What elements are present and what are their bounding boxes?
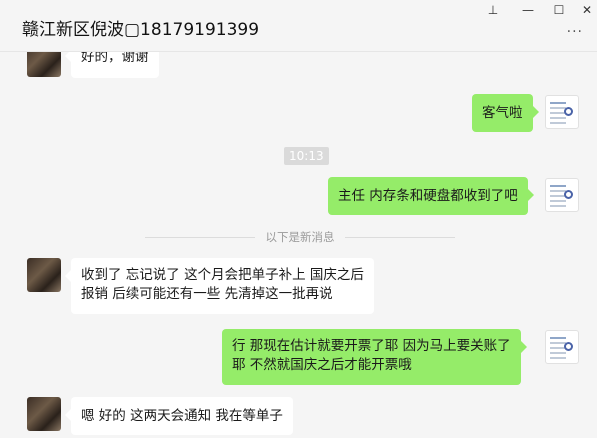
message-bubble: 嗯 好的 这两天会通知 我在等单子 [65,397,293,435]
avatar[interactable] [27,52,61,77]
message-text-line: 行 那现在估计就要开票了耶 因为马上要关账了 [232,338,511,354]
avatar[interactable] [27,397,61,431]
message-bubble: 收到了 忘记说了 这个月会把单子补上 国庆之后 报销 后续可能还有一些 先清掉这… [65,258,374,314]
message-text: 嗯 好的 这两天会通知 我在等单子 [81,408,283,424]
message-text: 好的，谢谢 [81,52,149,65]
message-bubble: 主任 内存条和硬盘都收到了吧 [328,177,534,215]
more-icon[interactable]: ··· [567,24,583,40]
new-messages-divider: 以下是新消息 [145,230,455,244]
maximize-icon[interactable]: ☐ [549,2,569,18]
message-bubble: 好的，谢谢 [65,52,159,78]
avatar[interactable] [27,258,61,292]
message-text-line: 收到了 忘记说了 这个月会把单子补上 国庆之后 [81,267,364,283]
avatar[interactable] [545,95,579,129]
message-text-line: 耶 不然就国庆之后才能开票哦 [232,357,412,373]
message-bubble: 客气啦 [472,94,538,132]
avatar[interactable] [545,330,579,364]
message-text: 主任 内存条和硬盘都收到了吧 [338,188,518,204]
avatar[interactable] [545,178,579,212]
chat-area: 好的，谢谢 客气啦 10:13 主任 内存条和硬盘都收到了吧 以下是新消息 收到… [0,52,597,438]
chat-title: 赣江新区倪波▢18179191399 [22,20,260,40]
title-bar: 赣江新区倪波▢18179191399 ⊥ — ☐ ✕ ··· [0,0,597,52]
pin-icon[interactable]: ⊥ [483,2,503,18]
timestamp: 10:13 [284,147,329,165]
minimize-icon[interactable]: — [518,2,538,18]
message-text: 客气啦 [482,105,523,121]
message-bubble: 行 那现在估计就要开票了耶 因为马上要关账了 耶 不然就国庆之后才能开票哦 [222,329,527,385]
message-text-line: 报销 后续可能还有一些 先清掉这一批再说 [81,286,333,302]
close-icon[interactable]: ✕ [577,2,597,18]
